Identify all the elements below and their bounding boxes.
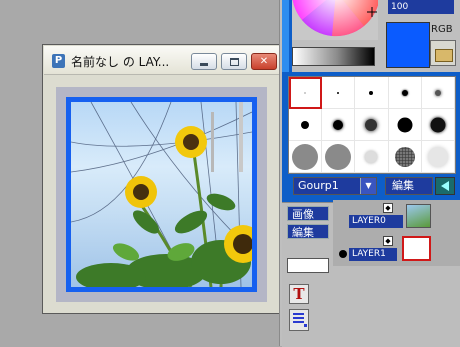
brush-cell-5[interactable] [421,77,455,109]
brush-grid[interactable] [288,76,456,174]
list-tool-icon[interactable] [289,309,309,331]
folder-icon[interactable] [430,40,456,66]
brush-cell-14[interactable] [388,141,422,173]
app-icon: P [52,54,65,68]
brush-cell-7[interactable] [322,109,356,141]
color-mode-label[interactable]: RGB [431,24,453,35]
document-titlebar[interactable]: P 名前なし の LAY... [44,46,282,75]
close-button[interactable] [251,53,277,70]
sunflower-left [125,176,157,208]
edit-brush-button[interactable]: 編集 [385,177,433,195]
brush-cell-12[interactable] [322,141,356,173]
brush-cell-9[interactable] [388,109,422,141]
maximize-button[interactable] [221,53,247,70]
sunflower-photo [71,102,252,287]
brush-cell-10[interactable] [421,109,455,141]
layer1-thumbnail[interactable] [402,236,431,261]
dropdown-arrow-icon[interactable]: ▼ [360,178,376,194]
brush-cell-2[interactable] [322,77,356,109]
document-title: 名前なし の LAY... [71,55,170,69]
edit-layer-button[interactable]: 編集 [287,224,329,239]
opacity-field[interactable] [287,258,329,273]
canvas-image[interactable] [71,102,252,287]
minimize-button[interactable] [191,53,217,70]
image-button[interactable]: 画像 [287,206,329,221]
layer1-order-arrows[interactable]: ◆ [383,236,393,246]
value-gradient-bar[interactable] [292,47,375,66]
layer-name-1[interactable]: LAYER1 [349,248,397,261]
hex-value-field[interactable]: 100 [388,0,454,14]
brush-cell-13[interactable] [355,141,389,173]
color-wheel-icon [292,0,378,37]
layer0-thumbnail[interactable] [406,204,431,228]
brush-cell-4[interactable] [388,77,422,109]
brush-cell-15[interactable] [421,141,455,173]
layer-name-0[interactable]: LAYER0 [349,215,403,228]
color-wheel[interactable] [292,0,378,40]
active-layer-indicator [339,250,347,258]
hue-strip[interactable] [282,0,289,72]
brush-cell-8[interactable] [355,109,389,141]
current-color-swatch[interactable] [386,22,430,68]
play-icon[interactable] [435,177,455,195]
brush-cell-6[interactable] [289,109,323,141]
brush-cell-11[interactable] [289,141,323,173]
brush-cell-1[interactable] [289,77,323,109]
sunflower-top [175,126,207,158]
text-tool-icon[interactable]: T [289,284,309,304]
brush-cell-3[interactable] [355,77,389,109]
layer0-order-arrows[interactable]: ◆ [383,203,393,213]
document-window: P 名前なし の LAY... [42,44,284,314]
